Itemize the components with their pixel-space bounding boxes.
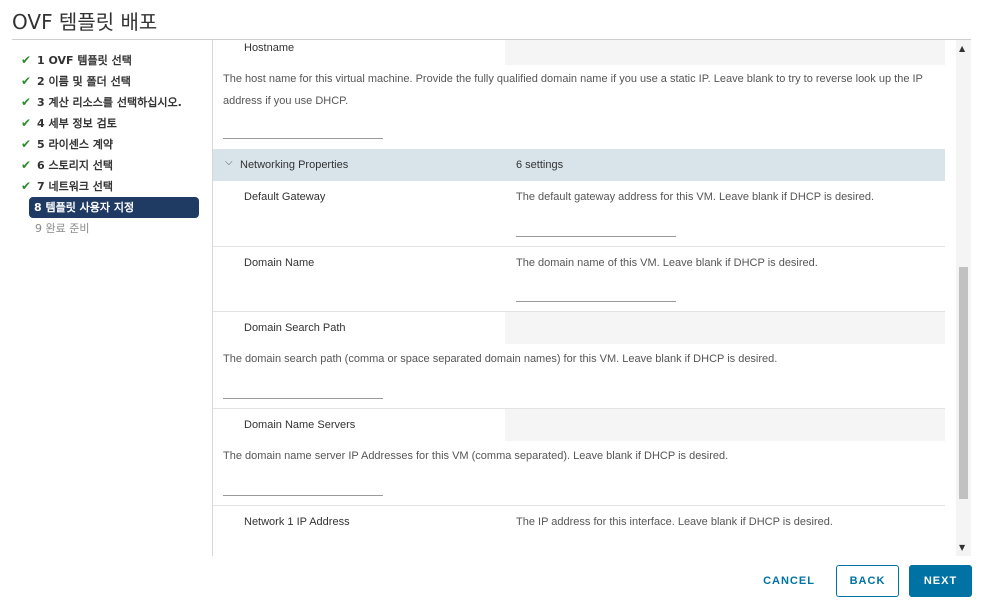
network1-ip-label: Network 1 IP Address [244, 516, 350, 528]
step-6[interactable]: ✔ 6 스토리지 선택 [17, 155, 199, 176]
step-label: 9 완료 준비 [35, 222, 90, 235]
step-9: 9 완료 준비 [17, 218, 199, 239]
step-label: 4 세부 정보 검토 [37, 117, 117, 130]
step-label: 1 OVF 템플릿 선택 [37, 54, 132, 67]
checkmark-icon: ✔ [20, 74, 32, 88]
checkmark-icon: ✔ [20, 116, 32, 130]
default-gateway-input[interactable] [516, 220, 676, 235]
properties-panel: Hostname The host name for this virtual … [212, 40, 945, 556]
step-label: 8 템플릿 사용자 지정 [34, 201, 135, 214]
step-7[interactable]: ✔ 7 네트워크 선택 [17, 176, 199, 197]
hostname-input[interactable] [223, 122, 383, 137]
hostname-label: Hostname [244, 42, 295, 54]
content-scrollbar[interactable]: ▲ ▼ [956, 40, 971, 556]
domain-name-servers-input[interactable] [223, 479, 383, 494]
default-gateway-underline [516, 236, 676, 237]
domain-name-servers-label: Domain Name Servers [244, 419, 356, 431]
step-8-active[interactable]: 8 템플릿 사용자 지정 [29, 197, 199, 218]
networking-properties-header[interactable]: ⌵ Networking Properties 6 settings [213, 149, 945, 181]
step-label: 5 라이센스 계약 [37, 138, 114, 151]
domain-name-input[interactable] [516, 285, 676, 300]
step-5[interactable]: ✔ 5 라이센스 계약 [17, 134, 199, 155]
network1-ip-description: The IP address for this interface. Leave… [516, 516, 833, 528]
row-divider [213, 505, 945, 506]
hostname-underline [223, 138, 383, 139]
group-name: Networking Properties [240, 159, 349, 171]
domain-search-path-input[interactable] [223, 382, 383, 397]
back-button[interactable]: BACK [836, 565, 899, 597]
domain-name-underline [516, 301, 676, 302]
step-label: 7 네트워크 선택 [37, 180, 114, 193]
scrollbar-thumb[interactable] [959, 267, 968, 499]
step-3[interactable]: ✔ 3 계산 리소스를 선택하십시오. [17, 92, 199, 113]
label-shade [505, 409, 945, 441]
row-divider [213, 246, 945, 247]
checkmark-icon: ✔ [20, 53, 32, 67]
step-label: 3 계산 리소스를 선택하십시오. [37, 96, 182, 109]
cancel-button[interactable]: CANCEL [754, 565, 824, 597]
step-1[interactable]: ✔ 1 OVF 템플릿 선택 [17, 50, 199, 71]
group-count: 6 settings [516, 159, 564, 171]
default-gateway-description: The default gateway address for this VM.… [516, 191, 875, 203]
step-4[interactable]: ✔ 4 세부 정보 검토 [17, 113, 199, 134]
checkmark-icon: ✔ [20, 158, 32, 172]
chevron-down-icon[interactable]: ⌵ [225, 157, 233, 168]
dialog-title: OVF 템플릿 배포 [12, 10, 158, 34]
label-shade [505, 40, 945, 65]
domain-search-path-description: The domain search path (comma or space s… [223, 353, 778, 365]
scroll-up-icon[interactable]: ▲ [959, 44, 965, 53]
checkmark-icon: ✔ [20, 137, 32, 151]
step-label: 6 스토리지 선택 [37, 159, 114, 172]
domain-name-servers-description: The domain name server IP Addresses for … [223, 450, 729, 462]
step-label: 2 이름 및 폴더 선택 [37, 75, 131, 88]
hostname-description: The host name for this virtual machine. … [223, 73, 923, 107]
wizard-steps: ✔ 1 OVF 템플릿 선택 ✔ 2 이름 및 폴더 선택 ✔ 3 계산 리소스를 선… [17, 50, 199, 239]
checkmark-icon: ✔ [20, 179, 32, 193]
domain-search-path-underline [223, 398, 383, 399]
scroll-down-icon[interactable]: ▼ [959, 543, 965, 552]
checkmark-icon: ✔ [20, 95, 32, 109]
next-button[interactable]: NEXT [909, 565, 972, 597]
default-gateway-label: Default Gateway [244, 191, 326, 203]
step-2[interactable]: ✔ 2 이름 및 폴더 선택 [17, 71, 199, 92]
domain-name-servers-underline [223, 495, 383, 496]
label-shade [505, 312, 945, 344]
domain-name-description: The domain name of this VM. Leave blank … [516, 257, 818, 269]
domain-name-label: Domain Name [244, 257, 315, 269]
domain-search-path-label: Domain Search Path [244, 322, 346, 334]
